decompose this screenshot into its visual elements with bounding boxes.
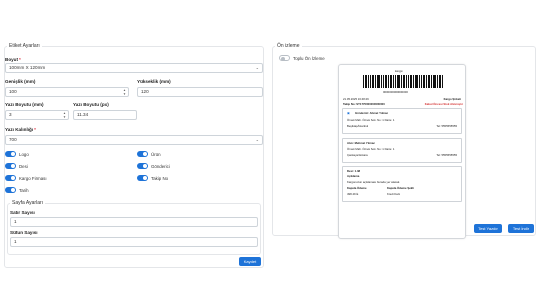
sender-tel: Tel: 5555555555: [436, 124, 457, 128]
toggle-bulk-preview[interactable]: Toplu Ön İzleme: [279, 55, 325, 61]
font-size-px-input[interactable]: 11.34: [73, 110, 137, 120]
toggle-switch[interactable]: [5, 187, 16, 193]
toggle-label: Takip No: [151, 175, 169, 181]
payment-value: 498.49 ₺: [347, 192, 359, 196]
width-input[interactable]: 100 ▲ ▼: [5, 87, 129, 97]
toggle-date[interactable]: Tarih: [5, 187, 29, 193]
description-text: Kargonuzun açıklaması burada yer alacak.: [347, 180, 401, 184]
receiver-tel: Tel: 5555555555: [436, 153, 457, 157]
preview-legend: Ön izleme: [275, 43, 302, 49]
width-label: Genişlik (mm): [5, 79, 36, 84]
barcode-number: 0000000000000000: [383, 90, 408, 94]
label-settings-legend: Etiket Ayarları: [7, 43, 42, 49]
toggle-sender[interactable]: Gönderici: [137, 163, 170, 169]
carrier-logo: kargo: [395, 69, 403, 73]
font-size-mm-value: 3: [9, 112, 12, 117]
receiver-title: Alıcı: Mehmet Yılmaz: [347, 141, 375, 145]
details-box: Desi: 1.38 Açıklama Kargonuzun açıklamas…: [342, 166, 462, 202]
toggle-label: Logo: [19, 151, 29, 157]
sender-title: Gönderici: Ahmet Yılmaz: [355, 111, 388, 115]
rows-input-value: 1: [14, 219, 17, 224]
toggle-desi[interactable]: Desi: [5, 163, 28, 169]
font-size-px-value: 11.34: [77, 112, 89, 117]
rows-label: Satır Sayısı: [10, 210, 35, 215]
rows-input[interactable]: 1: [10, 217, 258, 227]
toggle-switch[interactable]: [137, 163, 148, 169]
sender-address: Örnek Mah. Örnek Sok. No: 1 Daire: 1: [347, 118, 395, 122]
label-settings-panel: Etiket Ayarları Boyut* 100mm X 120mm ⌄ G…: [4, 43, 264, 268]
thickness-select[interactable]: 700 ⌄: [5, 135, 263, 145]
toggle-logo[interactable]: Logo: [5, 151, 29, 157]
thickness-select-value: 700: [9, 137, 17, 142]
receiver-box: Alıcı: Mehmet Yılmaz Örnek Mah. Örnek So…: [342, 138, 462, 163]
test-download-button[interactable]: Test İndir: [508, 224, 534, 233]
payment-type-title: Kapıda Ödeme Şekli: [387, 186, 414, 190]
chevron-down-icon: ⌄: [255, 65, 259, 70]
payment-title: Kapıda Ödeme: [347, 186, 367, 190]
cols-label: Sütun Sayısı: [10, 230, 38, 235]
label-preview-card: kargo 0000000000000000 21.05.2025 16:48:…: [338, 64, 466, 239]
toggle-tracking[interactable]: Takip No: [137, 175, 168, 181]
page-settings-legend: Sayfa Ayarları: [10, 200, 46, 206]
font-size-mm-input[interactable]: 3 ▲ ▼: [5, 110, 69, 120]
thickness-label: Yazı Kalınlığı*: [5, 127, 36, 132]
toggle-label: Gönderici: [151, 163, 170, 169]
desi-value: Desi: 1.38: [347, 169, 361, 173]
toggle-label: Kargo Firması: [19, 175, 47, 181]
barcode-image: [363, 75, 443, 88]
height-label: Yükseklik (mm): [137, 79, 171, 84]
stepper-icon[interactable]: ▲ ▼: [123, 88, 126, 96]
description-title: Açıklama: [347, 174, 360, 178]
cols-input[interactable]: 1: [10, 237, 258, 247]
cols-input-value: 1: [14, 239, 17, 244]
font-size-mm-label: Yazı Boyutu (mm): [5, 102, 44, 107]
label-carrier: Kargo Şirketi: [443, 97, 461, 101]
toggle-carrier[interactable]: Kargo Firması: [5, 175, 47, 181]
toggle-switch[interactable]: [5, 175, 16, 181]
stepper-icon[interactable]: ▲ ▼: [63, 111, 66, 119]
label-warning: Kabul Öncesi Stok Alınmıştır: [424, 102, 463, 106]
label-tracking: Takip No: ST1770000000000000: [343, 102, 385, 106]
width-input-value: 100: [9, 89, 17, 94]
chevron-down-icon: ⌄: [255, 137, 259, 142]
receiver-address: Örnek Mah. Örnek Sok. No: 1 Daire: 1: [347, 147, 395, 151]
toggle-switch[interactable]: [137, 151, 148, 157]
toggle-switch[interactable]: [137, 175, 148, 181]
sender-city: Beşiktaş/İstanbul: [347, 124, 369, 128]
height-input-value: 120: [141, 89, 149, 94]
font-size-px-label: Yazı Boyutu (px): [73, 102, 109, 107]
toggle-switch[interactable]: [279, 55, 290, 61]
size-select[interactable]: 100mm X 120mm ⌄: [5, 63, 263, 73]
toggle-product[interactable]: Ürün: [137, 151, 161, 157]
payment-type-value: Kredi Kartı: [387, 192, 401, 196]
toggle-switch[interactable]: [5, 151, 16, 157]
page-settings-panel: Sayfa Ayarları Satır Sayısı 1 Sütun Sayı…: [7, 200, 261, 255]
save-button[interactable]: Kaydet: [239, 257, 261, 266]
size-label: Boyut*: [5, 57, 21, 62]
toggle-label: Toplu Ön İzleme: [293, 55, 325, 61]
height-input[interactable]: 120: [137, 87, 263, 97]
size-select-value: 100mm X 120mm: [9, 65, 46, 70]
toggle-label: Tarih: [19, 187, 29, 193]
toggle-switch[interactable]: [5, 163, 16, 169]
receiver-city: Çankaya/Ankara: [347, 153, 368, 157]
toggle-label: Desi: [19, 163, 28, 169]
label-date: 21.05.2025 16:48:49: [343, 97, 369, 101]
test-print-button[interactable]: Test Yazdır: [474, 224, 502, 233]
sender-box: ▣ Gönderici: Ahmet Yılmaz Örnek Mah. Örn…: [342, 108, 462, 134]
toggle-label: Ürün: [151, 151, 161, 157]
sender-icon: ▣: [347, 111, 350, 115]
